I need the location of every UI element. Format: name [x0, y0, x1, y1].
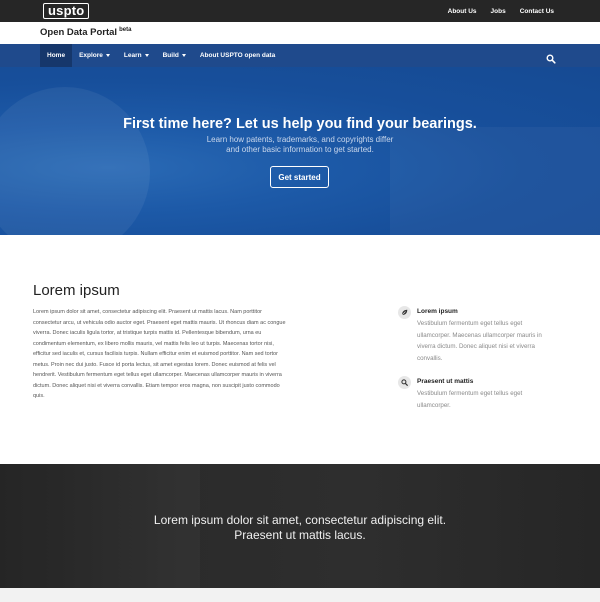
- feature-description: Vestibulum fermentum eget tellus eget ul…: [417, 318, 557, 364]
- feature-desc-line: viverra dictum. Donec aliquet nisi et vi…: [417, 343, 535, 350]
- about-us-link[interactable]: About Us: [448, 8, 477, 15]
- body-line: viverra. Donec iaculis ligula tortor, at…: [33, 330, 262, 336]
- top-bar: uspto About Us Jobs Contact Us: [0, 0, 600, 22]
- feature-description: Vestibulum fermentum eget tellus eget ul…: [417, 388, 557, 411]
- body-line: quis.: [33, 393, 45, 399]
- nav-item-learn[interactable]: Learn: [117, 44, 156, 67]
- hero-background-shape: [0, 87, 150, 235]
- uspto-logo[interactable]: uspto: [43, 3, 90, 19]
- body-line: dictum. Donec aliquet nisi et viverra co…: [33, 382, 280, 389]
- feature-desc-line: convallis.: [417, 354, 443, 362]
- caret-down-icon: [144, 54, 149, 57]
- band-quote: Lorem ipsum dolor sit amet, consectetur …: [0, 513, 600, 543]
- body-line: condimentum elementum, ex libero mollis …: [33, 340, 274, 347]
- portal-title-text: Open Data Portal: [40, 27, 118, 38]
- top-links: About Us Jobs Contact Us: [448, 0, 554, 22]
- nav-item-label: Learn: [123, 52, 142, 59]
- caret-down-icon: [105, 54, 110, 57]
- caret-down-icon: [181, 54, 186, 57]
- quote-line: Praesent ut mattis lacus.: [234, 528, 366, 542]
- portal-title[interactable]: Open Data Portal beta: [40, 27, 131, 38]
- hero-title: First time here? Let us help you find yo…: [123, 116, 477, 132]
- hero-subtitle-line: and other basic information to get start…: [226, 145, 374, 154]
- contact-us-link[interactable]: Contact Us: [520, 8, 554, 15]
- portal-title-row: Open Data Portal beta: [0, 22, 600, 44]
- feature-desc-line: Vestibulum fermentum eget tellus eget: [417, 390, 523, 397]
- body-line: Lorem ipsum dolor sit amet, consectetur …: [33, 309, 262, 315]
- body-line: metus. Proin nec dui justo. Fusce id por…: [33, 361, 276, 368]
- feature-title: Lorem ipsum: [417, 308, 458, 315]
- feature-title: Praesent ut mattis: [417, 378, 474, 385]
- quote-line: Lorem ipsum dolor sit amet, consectetur …: [153, 513, 447, 527]
- jobs-link[interactable]: Jobs: [491, 8, 506, 15]
- leaf-icon: [398, 306, 411, 319]
- feature-desc-line: ullamcorper.: [417, 401, 451, 409]
- nav-item-label: Build: [162, 52, 179, 59]
- hero-banner: First time here? Let us help you find yo…: [0, 67, 600, 235]
- quote-band: Lorem ipsum dolor sit amet, consectetur …: [0, 464, 600, 588]
- content-body: Lorem ipsum dolor sit amet, consectetur …: [33, 307, 343, 402]
- main-nav: Home Explore Learn Build About USPTO ope…: [0, 44, 600, 67]
- search-icon: [398, 376, 411, 389]
- body-line: consectetur arcu, ut vehicula odio aucto…: [33, 319, 286, 326]
- footer-strip: [0, 588, 600, 602]
- beta-badge: beta: [119, 27, 132, 33]
- get-started-button[interactable]: Get started: [270, 166, 329, 188]
- nav-item-label: Explore: [79, 52, 103, 59]
- content-title: Lorem ipsum: [33, 282, 120, 299]
- nav-item-build[interactable]: Build: [156, 44, 193, 67]
- nav-item-about-open-data[interactable]: About USPTO open data: [193, 44, 282, 67]
- feature-desc-line: Vestibulum fermentum eget tellus eget: [417, 320, 523, 327]
- nav-item-home[interactable]: Home: [40, 44, 73, 67]
- body-line: hendrerit. Vestibulum fermentum eget tel…: [33, 372, 282, 378]
- body-line: efficitur sed iaculis et, cursus facilis…: [33, 351, 278, 357]
- nav-item-label: About USPTO open data: [199, 52, 276, 59]
- hero-subtitle: Learn how patents, trademarks, and copyr…: [0, 135, 600, 155]
- nav-item-explore[interactable]: Explore: [72, 44, 117, 67]
- hero-subtitle-line: Learn how patents, trademarks, and copyr…: [206, 135, 394, 144]
- feature-desc-line: ullamcorper. Maecenas ullamcorper mauris…: [417, 331, 542, 339]
- search-icon[interactable]: [546, 51, 556, 64]
- nav-item-label: Home: [47, 52, 66, 59]
